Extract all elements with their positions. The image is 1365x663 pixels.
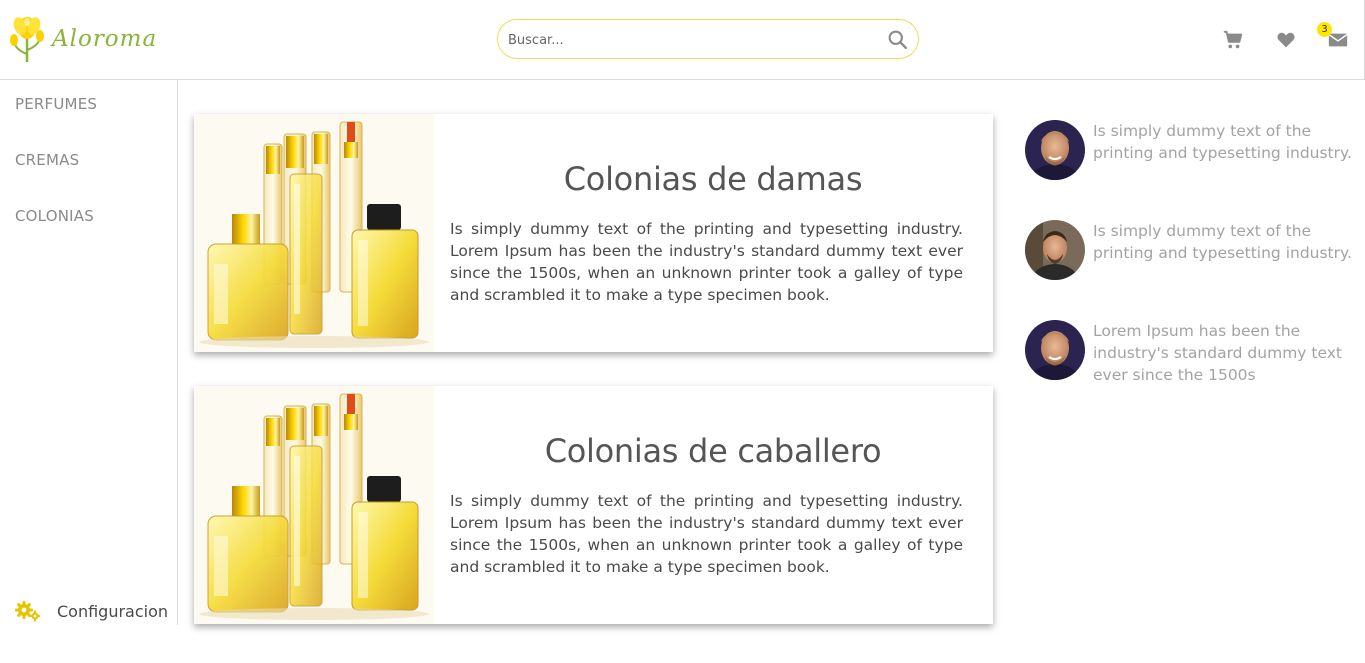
category-card[interactable]: Colonias de caballero Is simply dummy te… <box>194 386 993 624</box>
search-input[interactable] <box>508 28 878 52</box>
sidebar: PERFUMES CREMAS COLONIAS Configuracion <box>0 80 178 625</box>
top-header: Aloroma 3 <box>0 0 1365 80</box>
testimonial-text: Lorem Ipsum has been the industry's stan… <box>1093 322 1342 384</box>
perfume-bottles-image <box>194 114 434 352</box>
card-description: Is simply dummy text of the printing and… <box>450 220 963 304</box>
avatar <box>1025 320 1085 380</box>
avatar <box>1025 220 1085 280</box>
brand-name: Aloroma <box>52 26 158 52</box>
mail-badge: 3 <box>1317 22 1332 37</box>
sidebar-item-cremas[interactable]: CREMAS <box>15 151 79 169</box>
settings-label: Configuracion <box>57 601 169 621</box>
sidebar-item-colonias[interactable]: COLONIAS <box>15 207 94 225</box>
card-description: Is simply dummy text of the printing and… <box>450 492 963 576</box>
flower-logo-icon <box>10 17 44 62</box>
search-icon[interactable] <box>887 29 908 50</box>
heart-icon[interactable] <box>1275 29 1297 51</box>
card-title[interactable]: Colonias de caballero <box>450 432 976 470</box>
perfume-bottles-image <box>194 386 434 624</box>
card-title[interactable]: Colonias de damas <box>450 160 976 198</box>
category-card[interactable]: Colonias de damas Is simply dummy text o… <box>194 114 993 352</box>
cart-icon[interactable] <box>1222 29 1244 51</box>
testimonial-text: Is simply dummy text of the printing and… <box>1093 122 1352 162</box>
search-bar[interactable] <box>497 19 919 59</box>
avatar <box>1025 120 1085 180</box>
gears-icon <box>15 601 41 622</box>
brand-logo[interactable]: Aloroma <box>8 14 157 64</box>
testimonial-text: Is simply dummy text of the printing and… <box>1093 222 1352 262</box>
sidebar-item-perfumes[interactable]: PERFUMES <box>15 95 97 113</box>
settings-link[interactable]: Configuracion <box>15 600 168 622</box>
